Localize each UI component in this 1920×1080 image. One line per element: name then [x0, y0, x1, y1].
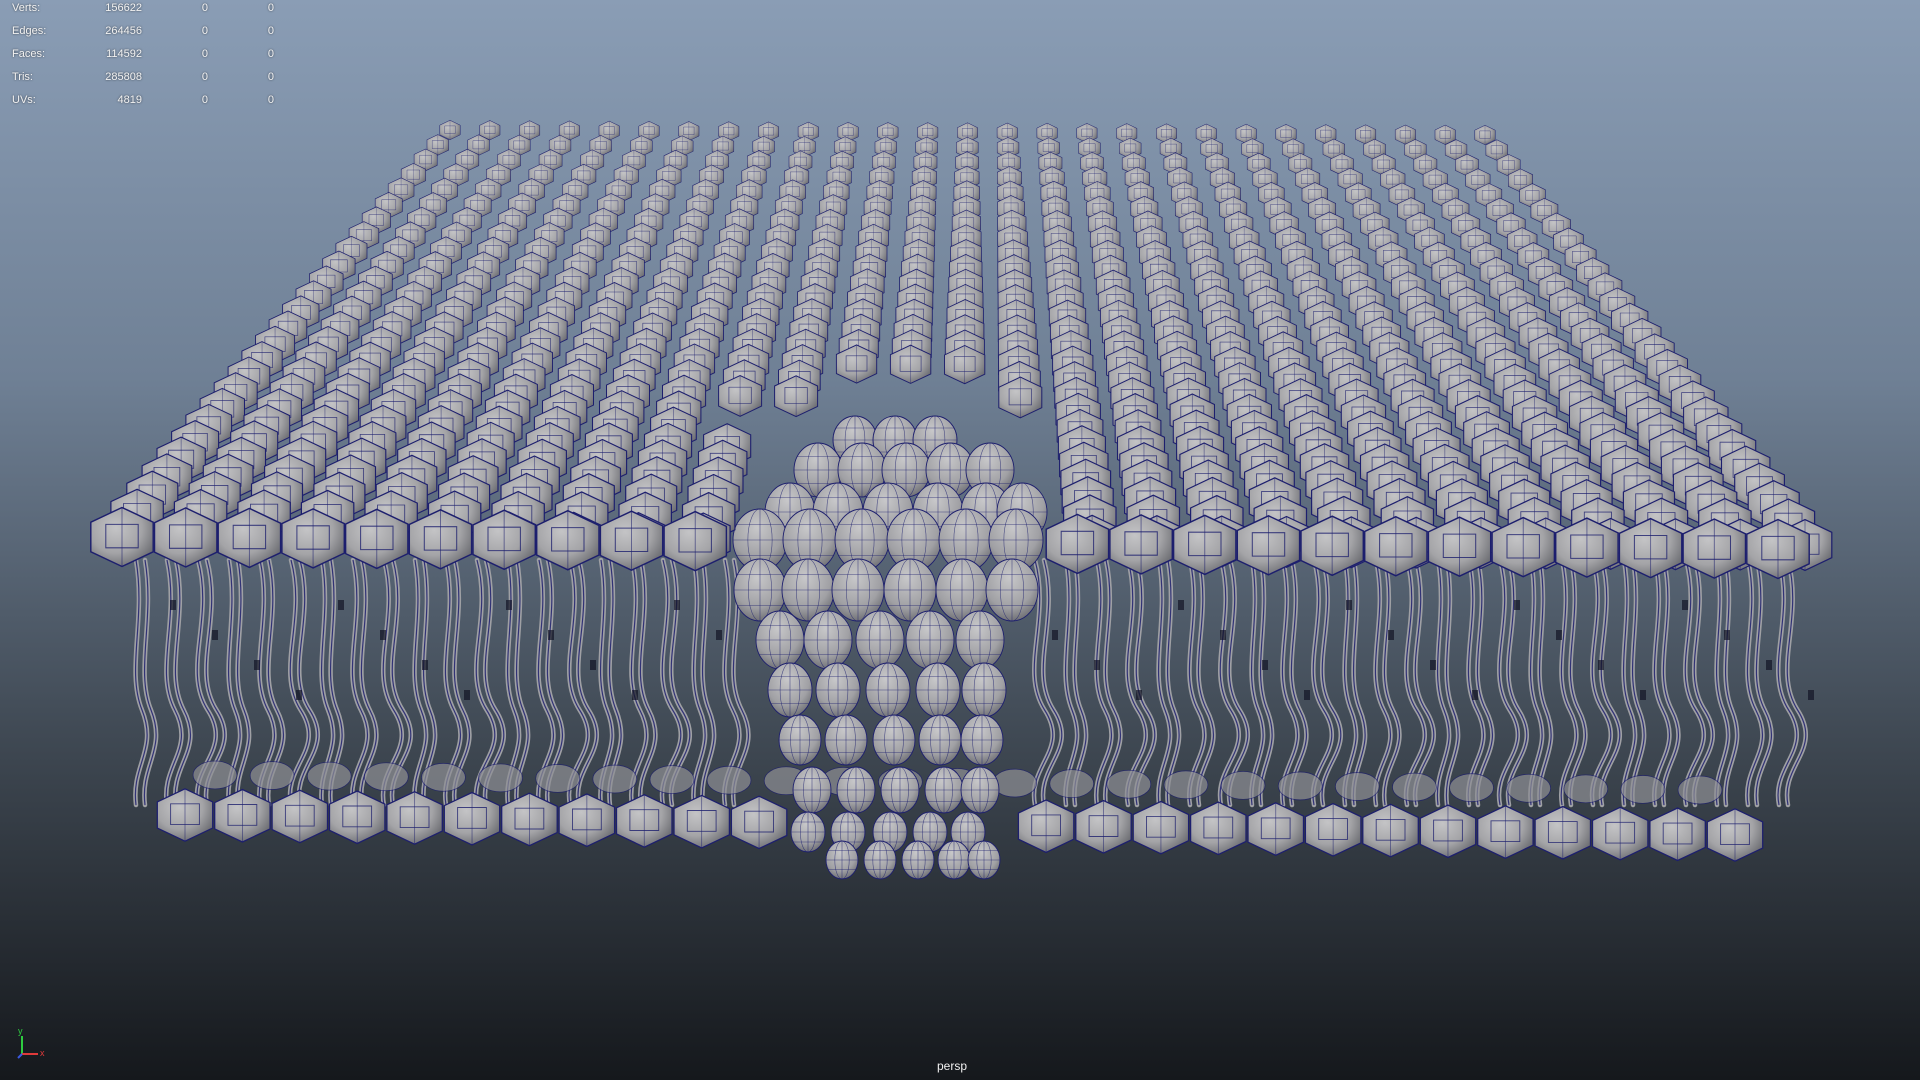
protein-bead: [778, 714, 822, 766]
lipid-head: [1591, 806, 1649, 861]
protein-bead: [880, 766, 920, 814]
protein-bead: [961, 662, 1007, 718]
protein-bead: [815, 662, 861, 718]
protein-bead: [790, 811, 826, 853]
lipid-head: [214, 788, 271, 843]
protein-bead: [767, 662, 813, 718]
lipid-head: [386, 790, 443, 845]
lipid-head: [1075, 799, 1132, 854]
protein-bead: [803, 610, 853, 670]
axis-gizmo-icon: y x: [17, 1026, 45, 1059]
protein-bead: [855, 610, 905, 670]
lipid-head: [328, 790, 386, 845]
lipid-head: [1189, 801, 1247, 856]
protein-bead: [824, 714, 868, 766]
lipid-head: [1362, 803, 1419, 858]
protein-bead: [872, 714, 916, 766]
protein-bead: [960, 714, 1004, 766]
lipid-head: [1017, 799, 1075, 854]
protein-bead: [937, 840, 971, 880]
protein-bead: [915, 662, 961, 718]
protein-bead: [755, 610, 805, 670]
protein-bead: [918, 714, 962, 766]
protein-bead: [960, 766, 1000, 814]
lipid-head: [1649, 807, 1706, 862]
protein-bead: [905, 610, 955, 670]
axis-x-label: x: [40, 1048, 45, 1058]
protein-bead: [836, 766, 876, 814]
lipid-bilayer-mesh[interactable]: [0, 0, 1920, 1080]
lipid-head: [1706, 808, 1764, 862]
protein-bead: [967, 840, 1001, 880]
lipid-head: [1534, 805, 1592, 860]
axis-y-label: y: [18, 1026, 23, 1036]
maya-viewport-persp[interactable]: Verts: 156622 0 0 Edges: 264456 0 0 Face…: [0, 0, 1920, 1080]
protein-bead: [924, 766, 964, 814]
lipid-head: [730, 795, 788, 850]
lipid-head: [1304, 802, 1362, 857]
lipid-head: [1477, 805, 1534, 860]
lipid-head: [1132, 800, 1190, 855]
lipid-head: [1247, 802, 1305, 857]
protein-bead: [901, 840, 935, 880]
protein-bead: [825, 840, 859, 880]
lipid-head: [1419, 804, 1477, 859]
protein-bead: [865, 662, 911, 718]
protein-bead: [985, 558, 1039, 622]
lipid-head: [673, 794, 731, 849]
camera-name-label: persp: [936, 1059, 968, 1073]
protein-bead: [792, 766, 832, 814]
protein-bead: [863, 840, 897, 880]
protein-bead: [955, 610, 1005, 670]
